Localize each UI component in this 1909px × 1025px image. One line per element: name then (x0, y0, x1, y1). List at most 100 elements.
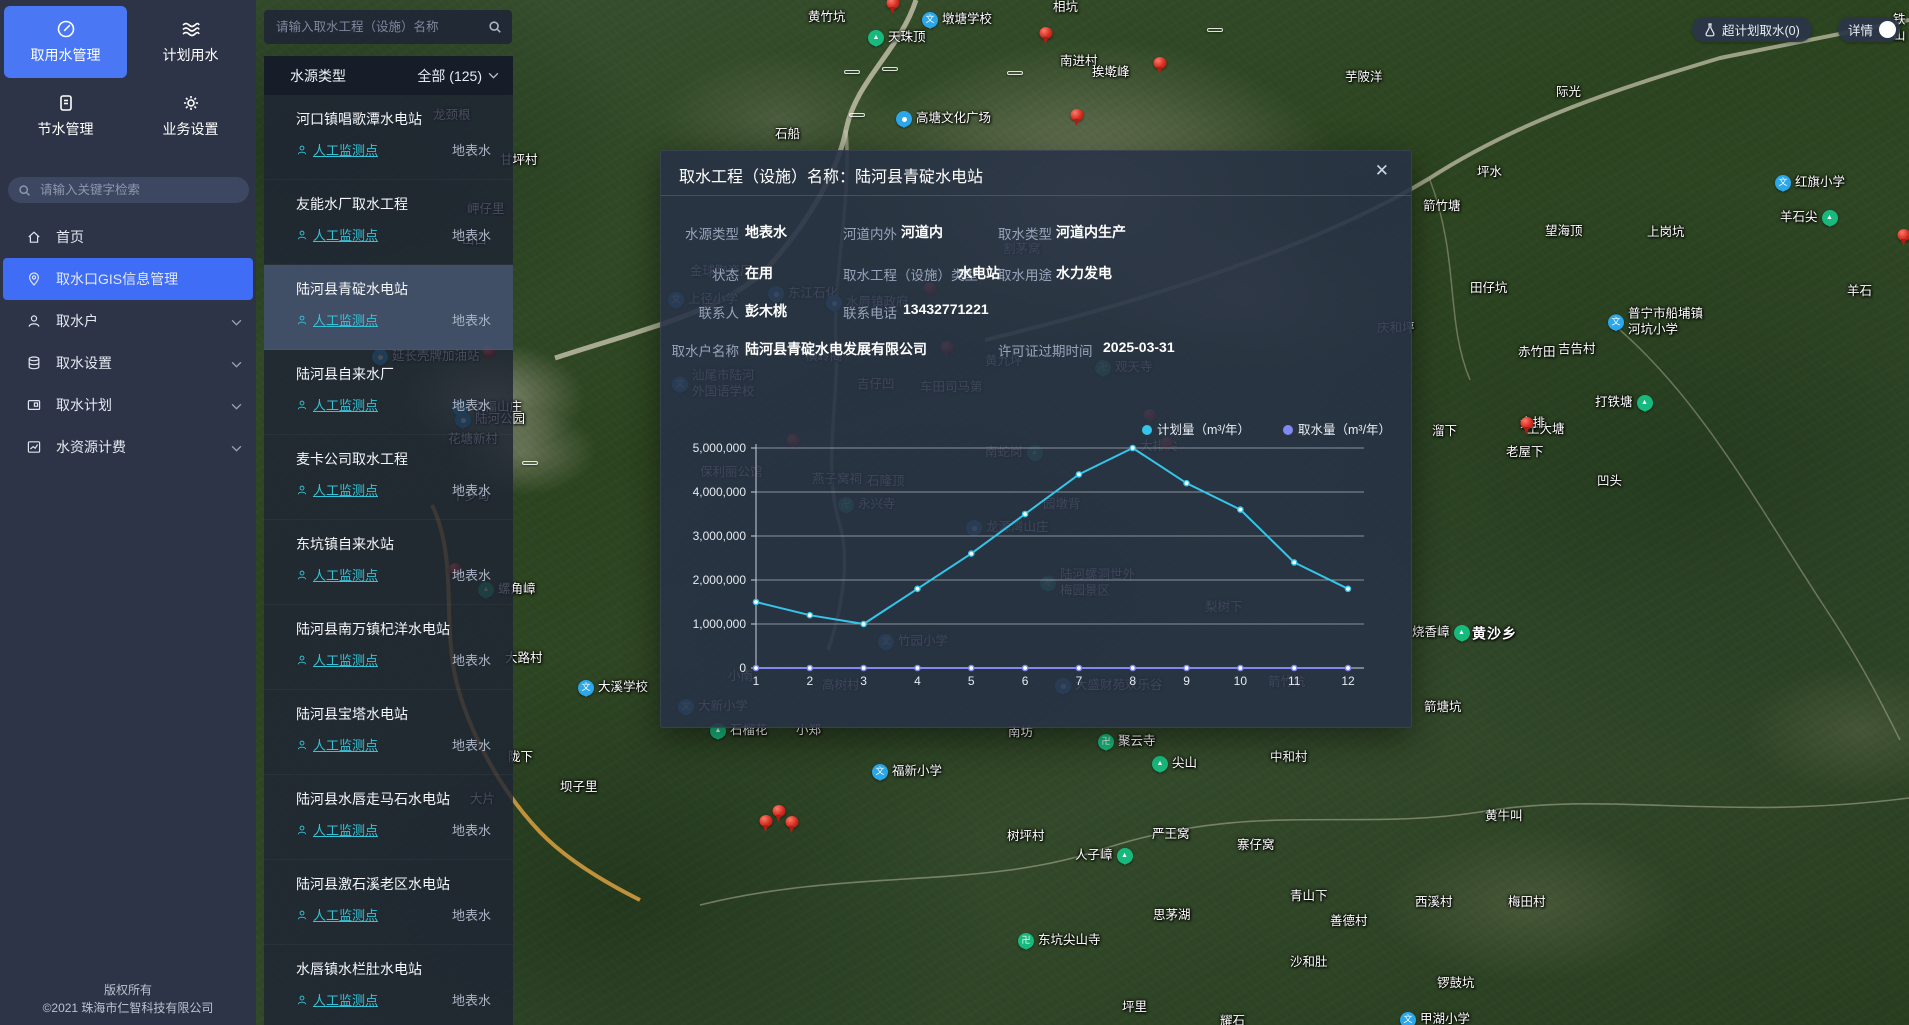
manual-monitor-link[interactable]: 人工监测点 (296, 735, 378, 754)
manual-monitor-link[interactable]: 人工监测点 (296, 225, 378, 244)
tile-business-settings[interactable]: 业务设置 (129, 80, 252, 152)
sidebar-search[interactable] (8, 177, 249, 203)
sidebar-item-billing[interactable]: 水资源计费 (0, 426, 256, 468)
station-list-item[interactable]: 陆河县南万镇杞洋水电站 人工监测点 地表水 (264, 605, 513, 690)
map-marker-pin[interactable] (773, 805, 786, 822)
map-label: 黄牛叫 (1485, 809, 1523, 825)
station-list-item[interactable]: 友能水厂取水工程 人工监测点 地表水 (264, 180, 513, 265)
map-label-text: 东坑尖山寺 (1038, 933, 1101, 949)
map-marker-pin[interactable] (1040, 27, 1053, 44)
sidebar-item-intake-plan[interactable]: 取水计划 (0, 384, 256, 426)
map-marker-pin[interactable] (887, 0, 900, 14)
detail-toggle[interactable]: 详情 (1838, 17, 1900, 42)
copyright-line2: ©2021 珠海市仁智科技有限公司 (0, 999, 256, 1017)
map-marker-pin[interactable] (760, 815, 773, 832)
monitor-label: 人工监测点 (313, 990, 378, 1009)
water-source-type: 地表水 (452, 140, 491, 159)
poi-icon (1400, 1012, 1416, 1025)
tile-water-saving-management[interactable]: 节水管理 (4, 80, 127, 152)
tile-water-intake-management[interactable]: 取用水管理 (4, 6, 127, 78)
monitor-label: 人工监测点 (313, 735, 378, 754)
svg-text:3: 3 (860, 674, 867, 688)
map-marker-pin[interactable] (1898, 229, 1909, 246)
map-label: 烧香嶂 (1412, 625, 1470, 641)
station-list-item[interactable]: 东坑镇自来水站 人工监测点 地表水 (264, 520, 513, 605)
water-source-type: 地表水 (452, 480, 491, 499)
map-label-text: 溜下 (1432, 424, 1457, 440)
station-search-input[interactable] (274, 19, 488, 35)
manual-monitor-link[interactable]: 人工监测点 (296, 480, 378, 499)
person-icon (296, 314, 308, 326)
toggle-knob[interactable] (1879, 21, 1896, 38)
svg-text:6: 6 (1022, 674, 1029, 688)
map-label-text: 烧香嶂 (1412, 625, 1450, 641)
station-list-item[interactable]: 水唇镇水栏肚水电站 人工监测点 地表水 (264, 945, 513, 1025)
poi-icon (1775, 175, 1791, 191)
app-window: 黄竹坑 相坑 铁山 墩塘学校 天珠顶 南进村 (0, 0, 1909, 1025)
map-label: 芋陂洋 (1345, 70, 1383, 86)
filter-value: 全部 (125) (417, 66, 482, 86)
manual-monitor-link[interactable]: 人工监测点 (296, 565, 378, 584)
filter-dropdown[interactable]: 全部 (125) (417, 66, 499, 86)
manual-monitor-link[interactable]: 人工监测点 (296, 310, 378, 329)
field-label: 取水类型 (998, 223, 1052, 243)
station-list-item[interactable]: 陆河县水唇走马石水电站 人工监测点 地表水 (264, 775, 513, 860)
detail-toggle-label: 详情 (1848, 20, 1873, 39)
station-filter-bar: 水源类型 全部 (125) (264, 56, 513, 95)
station-list-item[interactable]: 陆河县青碇水电站 人工监测点 地表水 (264, 265, 513, 350)
station-search[interactable] (264, 10, 512, 44)
water-source-type: 地表水 (452, 225, 491, 244)
station-list-item[interactable]: 陆河县宝塔水电站 人工监测点 地表水 (264, 690, 513, 775)
sidebar-item-water-users[interactable]: 取水户 (0, 300, 256, 342)
map-label: 打铁塘 (1595, 395, 1653, 411)
manual-monitor-link[interactable]: 人工监测点 (296, 820, 378, 839)
window-icon (26, 397, 42, 413)
manual-monitor-link[interactable]: 人工监测点 (296, 990, 378, 1009)
over-plan-intake-button[interactable]: 超计划取水(0) (1692, 17, 1812, 42)
station-list-item[interactable]: 河口镇唱歌潭水电站 人工监测点 地表水 (264, 95, 513, 180)
svg-text:5,000,000: 5,000,000 (693, 441, 747, 455)
manual-monitor-link[interactable]: 人工监测点 (296, 905, 378, 924)
map-label-text: 赤竹田 (1518, 345, 1556, 361)
map-label: 坪里 (1122, 1000, 1147, 1016)
sidebar-item-home[interactable]: 首页 (0, 216, 256, 258)
station-list-item[interactable]: 麦卡公司取水工程 人工监测点 地表水 (264, 435, 513, 520)
sidebar-search-input[interactable] (38, 182, 239, 198)
svg-text:计划量（m³/年）: 计划量（m³/年） (1157, 423, 1250, 437)
close-icon[interactable]: ✕ (1375, 161, 1389, 181)
field-value: 13432771221 (903, 301, 989, 317)
sidebar-item-intake-settings[interactable]: 取水设置 (0, 342, 256, 384)
person-icon (296, 909, 308, 921)
station-list: 河口镇唱歌潭水电站 人工监测点 地表水 友能水厂取水工程 人工监测点 (264, 95, 513, 1025)
water-source-type: 地表水 (452, 735, 491, 754)
manual-monitor-link[interactable]: 人工监测点 (296, 650, 378, 669)
map-label: 望海顶 (1545, 224, 1583, 240)
map-marker-pin[interactable] (1154, 57, 1167, 74)
sidebar-item-gis-info[interactable]: 取水口GIS信息管理 (3, 258, 253, 300)
search-icon[interactable] (488, 20, 502, 34)
filter-label: 水源类型 (290, 66, 346, 86)
map-label: 天珠顶 (868, 30, 926, 46)
map-label: 黄竹坑 (808, 10, 846, 26)
map-label: 红旗小学 (1775, 175, 1845, 191)
map-label: 思茅湖 (1153, 908, 1191, 924)
map-label: 挨墘峰 (1092, 65, 1130, 81)
map-marker-pin[interactable] (1071, 109, 1084, 126)
map-label: 箭塘坑 (1424, 700, 1462, 716)
map-label: 吉告村 (1558, 342, 1596, 358)
station-name: 水唇镇水栏肚水电站 (296, 959, 491, 979)
map-label-text: 际光 (1556, 85, 1581, 101)
station-list-item[interactable]: 陆河县自来水厂 人工监测点 地表水 (264, 350, 513, 435)
manual-monitor-link[interactable]: 人工监测点 (296, 395, 378, 414)
station-list-item[interactable]: 陆河县激石溪老区水电站 人工监测点 地表水 (264, 860, 513, 945)
sidebar-item-label: 取水口GIS信息管理 (56, 269, 178, 289)
poi-icon (1822, 210, 1838, 226)
poi-icon (896, 111, 912, 127)
manual-monitor-link[interactable]: 人工监测点 (296, 140, 378, 159)
field-label: 联系电话 (843, 302, 897, 322)
tile-planned-water-use[interactable]: 计划用水 (129, 6, 252, 78)
person-icon (296, 654, 308, 666)
map-marker-pin[interactable] (786, 816, 799, 833)
map-marker-pin[interactable] (1521, 417, 1534, 434)
sidebar-item-label: 取水设置 (56, 353, 112, 373)
